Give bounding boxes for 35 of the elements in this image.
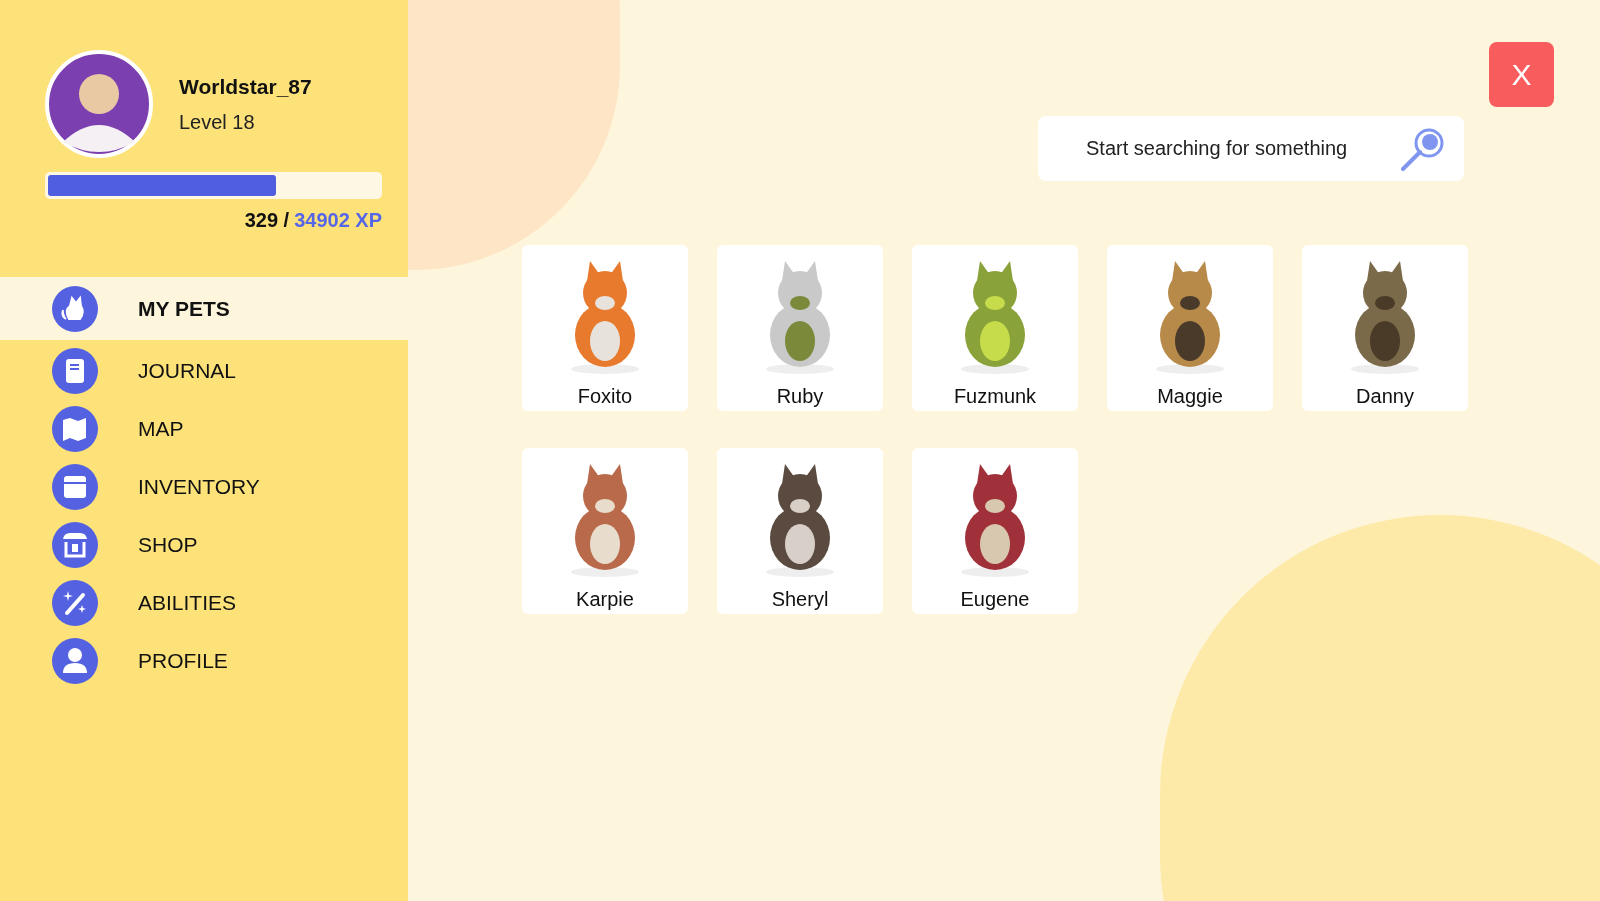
pet-name: Sheryl	[771, 587, 829, 612]
pet-card[interactable]: Eugene	[912, 448, 1078, 614]
book-icon	[52, 348, 98, 394]
pet-card[interactable]: Danny	[1302, 245, 1468, 411]
nav-item[interactable]: MY PETS	[0, 277, 408, 340]
username: Worldstar_87	[179, 74, 312, 101]
map-icon	[52, 406, 98, 452]
nav-item[interactable]: PROFILE	[0, 632, 408, 690]
pet-name: Ruby	[776, 384, 824, 409]
pet-card[interactable]: Maggie	[1107, 245, 1273, 411]
magic-wand-icon	[52, 580, 98, 626]
pet-card[interactable]: Sheryl	[717, 448, 883, 614]
person-icon	[52, 638, 98, 684]
box-icon	[52, 464, 98, 510]
search-field[interactable]: Start searching for something	[1038, 116, 1464, 181]
nav-item[interactable]: MAP	[0, 400, 408, 458]
pet-name: Fuzmunk	[953, 384, 1037, 409]
pet-card[interactable]: Foxito	[522, 245, 688, 411]
nav-item[interactable]: INVENTORY	[0, 458, 408, 516]
xp-current: 329 /	[244, 208, 290, 233]
pet-card[interactable]: Ruby	[717, 245, 883, 411]
pet-card[interactable]: Karpie	[522, 448, 688, 614]
cat-icon	[52, 285, 98, 332]
pet-name: Maggie	[1157, 384, 1223, 409]
shop-icon	[52, 522, 98, 568]
nav-item[interactable]: SHOP	[0, 516, 408, 574]
pet-name: Foxito	[577, 384, 633, 409]
pet-card[interactable]: Fuzmunk	[912, 245, 1078, 411]
xp-total: 34902 XP	[294, 208, 382, 233]
pet-name: Karpie	[576, 587, 634, 612]
nav-item[interactable]: ABILITIES	[0, 574, 408, 632]
nav-item[interactable]: JOURNAL	[0, 342, 408, 400]
pet-name: Eugene	[960, 587, 1030, 612]
pet-name: Danny	[1356, 384, 1414, 409]
level-label: Level 18	[179, 109, 256, 135]
